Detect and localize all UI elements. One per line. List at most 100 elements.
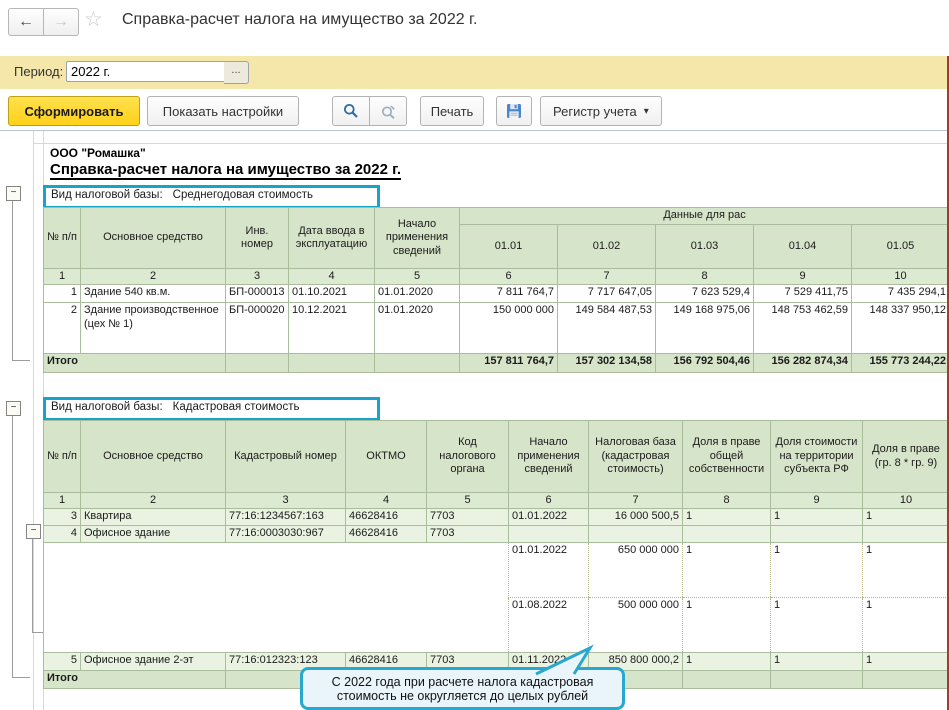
- cell-tax-base: 500 000 000: [589, 597, 683, 652]
- cell-asset-name: Здание 540 кв.м.: [81, 285, 226, 303]
- total-label: Итого: [44, 354, 226, 373]
- cell-asset-name: Здание производственное (цех № 1): [81, 303, 226, 354]
- table-header-row: № п/п Основное средство Инв. номер Дата …: [44, 208, 949, 225]
- group-line: [32, 632, 43, 633]
- avg-value-table: № п/п Основное средство Инв. номер Дата …: [43, 207, 949, 373]
- cell-share: 1: [771, 597, 863, 652]
- col-header: Налоговая база (кадастровая стоимость): [589, 421, 683, 493]
- period-input[interactable]: [66, 61, 228, 82]
- cell-applied-date: 01.01.2022: [509, 542, 589, 597]
- group-line: [12, 360, 30, 361]
- total-empty: [771, 670, 863, 688]
- cell-empty: [44, 597, 81, 652]
- col-header: Доля в праве (гр. 8 * гр. 9): [863, 421, 949, 493]
- col-header: Дата ввода в эксплуатацию: [289, 208, 375, 269]
- group-line: [12, 677, 30, 678]
- col-number: 9: [754, 269, 852, 285]
- table-row: 1 Здание 540 кв.м. БП-000013 01.10.2021 …: [44, 285, 949, 303]
- col-number: 1: [44, 493, 81, 509]
- forward-button[interactable]: →: [44, 8, 79, 36]
- cell-value: 7 811 764,7: [460, 285, 558, 303]
- cell-share: 1: [683, 509, 771, 526]
- table-row: 3 Квартира 77:16:1234567:163 46628416 77…: [44, 509, 949, 526]
- collapse-row-button[interactable]: −: [26, 524, 41, 539]
- back-button[interactable]: ←: [8, 8, 44, 36]
- cell-empty: [683, 526, 771, 542]
- collapse-group-button[interactable]: −: [6, 186, 21, 201]
- cell-empty: [589, 526, 683, 542]
- month-header: 01.01: [460, 225, 558, 269]
- favorite-star-icon[interactable]: ☆: [84, 9, 103, 30]
- cell-share: 1: [771, 509, 863, 526]
- total-empty: [375, 354, 460, 373]
- app-window: ← → ☆ Справка-расчет налога на имущество…: [0, 0, 949, 710]
- total-value: 157 302 134,58: [558, 354, 656, 373]
- print-button[interactable]: Печать: [420, 96, 484, 126]
- cell-asset-name: Квартира: [81, 509, 226, 526]
- cell-value: 7 623 529,4: [656, 285, 754, 303]
- total-empty: [863, 670, 949, 688]
- col-number: 8: [683, 493, 771, 509]
- register-dropdown-button[interactable]: Регистр учета ▾: [540, 96, 662, 126]
- col-number: 7: [558, 269, 656, 285]
- col-header: Доля стоимости на территории субъекта РФ: [771, 421, 863, 493]
- cell-asset-name: Офисное здание 2-эт: [81, 652, 226, 670]
- col-header: Код налогового органа: [427, 421, 509, 493]
- col-header: Основное средство: [81, 208, 226, 269]
- cell-share: 1: [863, 509, 949, 526]
- cell-value: 149 584 487,53: [558, 303, 656, 354]
- cell-empty: [427, 542, 509, 597]
- column-numbers-row: 1 2 3 4 5 6 7 8 9 10: [44, 269, 949, 285]
- cell-inventory-num: БП-000013: [226, 285, 289, 303]
- cell-row-num: 1: [44, 285, 81, 303]
- cell-row-num: 4: [44, 526, 81, 542]
- column-numbers-row: 1 2 3 4 5 6 7 8 9 10: [44, 493, 949, 509]
- period-picker-button[interactable]: ...: [224, 61, 249, 84]
- cell-asset-name: Офисное здание: [81, 526, 226, 542]
- sub-row: 01.01.2022 650 000 000 1 1 1: [44, 542, 949, 597]
- cell-share: 1: [771, 542, 863, 597]
- register-label: Регистр учета: [553, 104, 637, 119]
- cell-applied-date: 01.01.2020: [375, 303, 460, 354]
- save-button[interactable]: [496, 96, 532, 126]
- col-number: 7: [589, 493, 683, 509]
- band-header: Данные для рас: [460, 208, 949, 225]
- group-line: [32, 537, 33, 632]
- cell-share: 1: [863, 542, 949, 597]
- cell-share: 1: [683, 652, 771, 670]
- col-number: 4: [346, 493, 427, 509]
- cell-empty: [346, 542, 427, 597]
- table-row: 4 Офисное здание 77:16:0003030:967 46628…: [44, 526, 949, 542]
- show-settings-button[interactable]: Показать настройки: [147, 96, 299, 126]
- cell-value: 7 529 411,75: [754, 285, 852, 303]
- cell-applied-date: 01.01.2020: [375, 285, 460, 303]
- organization-name: ООО "Ромашка": [50, 146, 146, 160]
- report-top-border: [33, 143, 949, 144]
- cell-empty: [44, 542, 81, 597]
- report-left-border: [43, 686, 44, 710]
- collapse-group-button[interactable]: −: [6, 401, 21, 416]
- cell-empty: [81, 542, 226, 597]
- col-number: 1: [44, 269, 81, 285]
- tax-base-type-cell[interactable]: Вид налоговой базы:Среднегодовая стоимос…: [43, 185, 380, 209]
- cell-share: 1: [683, 597, 771, 652]
- cell-share: 1: [863, 597, 949, 652]
- col-number: 2: [81, 493, 226, 509]
- col-header: Основное средство: [81, 421, 226, 493]
- col-number: 9: [771, 493, 863, 509]
- col-number: 6: [509, 493, 589, 509]
- col-header: Начало применения сведений: [375, 208, 460, 269]
- tax-base-type-label: Вид налоговой базы:: [51, 189, 163, 201]
- total-row: Итого 157 811 764,7 157 302 134,58 156 7…: [44, 354, 949, 373]
- col-header: Инв. номер: [226, 208, 289, 269]
- search-button[interactable]: [332, 96, 370, 126]
- cell-empty: [226, 542, 346, 597]
- tax-base-type-cell[interactable]: Вид налоговой базы:Кадастровая стоимость: [43, 397, 380, 421]
- repeat-search-button[interactable]: [370, 96, 407, 126]
- toolbar-separator: [0, 130, 949, 131]
- total-value: 156 282 874,34: [754, 354, 852, 373]
- col-header: № п/п: [44, 421, 81, 493]
- cell-empty: [509, 526, 589, 542]
- generate-button[interactable]: Сформировать: [8, 96, 140, 126]
- col-number: 6: [460, 269, 558, 285]
